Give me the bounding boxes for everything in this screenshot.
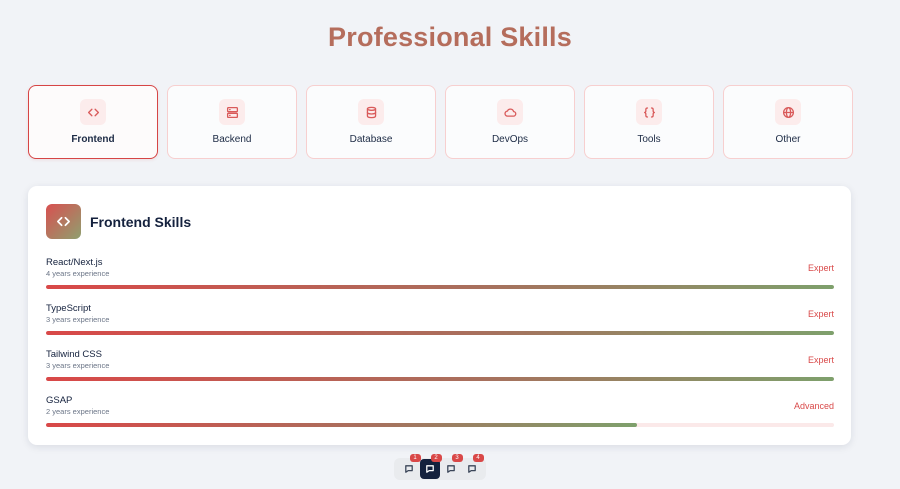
message-icon — [446, 465, 455, 473]
tab-label: Tools — [637, 134, 661, 145]
database-icon — [358, 99, 384, 125]
skill-name: React/Next.js — [46, 257, 103, 268]
panel-header: Frontend Skills — [46, 204, 191, 239]
pager-button-2[interactable]: 2 — [419, 454, 442, 479]
skills-panel: Frontend Skills React/Next.js 4 years ex… — [28, 186, 851, 445]
panel-title: Frontend Skills — [90, 213, 192, 230]
tab-backend[interactable]: Backend — [167, 85, 297, 159]
skill-level: Expert — [807, 309, 834, 319]
tab-tools[interactable]: Tools — [584, 85, 714, 159]
skill-item: GSAP 2 years experience Advanced — [46, 395, 834, 441]
skill-progress-track — [46, 285, 834, 289]
message-icon — [404, 465, 413, 473]
skill-progress-fill — [46, 285, 834, 289]
pagination: 1 2 3 4 — [394, 454, 486, 480]
code-icon — [46, 204, 81, 239]
skill-progress-track — [46, 377, 834, 381]
pager-button-4[interactable]: 4 — [462, 454, 484, 479]
skill-experience: 3 years experience — [46, 361, 110, 370]
pager-button-1[interactable]: 1 — [399, 454, 421, 479]
tab-label: Database — [349, 134, 393, 145]
tab-database[interactable]: Database — [306, 85, 436, 159]
page-title: Professional Skills — [328, 22, 572, 52]
tab-other[interactable]: Other — [723, 85, 853, 159]
skill-item: TypeScript 3 years experience Expert — [46, 303, 834, 349]
pager-badge: 4 — [472, 454, 484, 462]
server-icon — [219, 99, 245, 125]
skill-progress-fill — [46, 377, 834, 381]
braces-icon — [636, 99, 662, 125]
tab-label: Other — [775, 134, 801, 145]
skill-level: Advanced — [793, 401, 834, 411]
category-tabs: Frontend Backend Database DevOps Tools O… — [28, 85, 853, 159]
tab-label: Frontend — [71, 134, 115, 145]
skill-level: Expert — [807, 263, 834, 273]
skill-progress-fill — [46, 331, 834, 335]
message-icon — [467, 465, 476, 473]
skill-experience: 4 years experience — [46, 269, 110, 278]
skill-experience: 2 years experience — [46, 407, 110, 416]
skill-name: Tailwind CSS — [46, 349, 102, 360]
skill-item: React/Next.js 4 years experience Expert — [46, 257, 834, 303]
skill-progress-track — [46, 331, 834, 335]
cloud-icon — [497, 99, 523, 125]
pager-badge: 2 — [430, 454, 442, 462]
code-icon — [80, 99, 106, 125]
skill-item: Tailwind CSS 3 years experience Expert — [46, 349, 834, 395]
skill-level: Expert — [807, 355, 834, 365]
message-icon — [425, 465, 434, 473]
pager-badge: 3 — [451, 454, 463, 462]
pager-badge: 1 — [409, 454, 421, 462]
skill-experience: 3 years experience — [46, 315, 110, 324]
tab-label: Backend — [212, 134, 252, 145]
tab-label: DevOps — [491, 134, 529, 145]
skill-name: GSAP — [46, 395, 73, 406]
skill-progress-fill — [46, 423, 637, 427]
globe-icon — [775, 99, 801, 125]
skills-list: React/Next.js 4 years experience Expert … — [46, 257, 834, 441]
skill-progress-track — [46, 423, 834, 427]
tab-frontend[interactable]: Frontend — [28, 85, 158, 159]
skill-name: TypeScript — [46, 303, 91, 314]
pager-button-3[interactable]: 3 — [441, 454, 463, 479]
tab-devops[interactable]: DevOps — [445, 85, 575, 159]
